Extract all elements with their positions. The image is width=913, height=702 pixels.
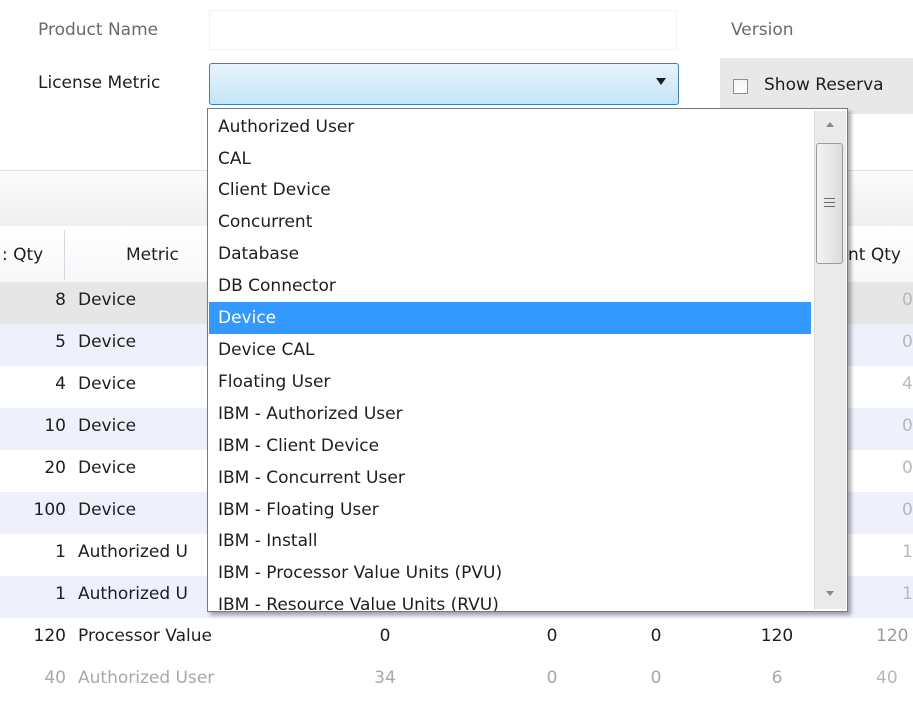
row-qty: 10 xyxy=(44,416,66,436)
row-right-qty: 0 xyxy=(902,332,913,352)
header-divider[interactable] xyxy=(64,230,65,280)
row-right-qty: 120 xyxy=(876,626,909,646)
dropdown-option[interactable]: Database xyxy=(209,238,811,270)
row-col3: 0 xyxy=(650,668,662,688)
dropdown-option[interactable]: Client Device xyxy=(209,174,811,206)
row-qty: 40 xyxy=(44,668,66,688)
row-metric: Authorized User xyxy=(78,668,215,688)
row-col1: 34 xyxy=(374,668,396,688)
dropdown-option[interactable]: IBM - Concurrent User xyxy=(209,462,811,494)
row-metric: Authorized U xyxy=(78,542,188,562)
row-right-qty: 4 xyxy=(902,374,913,394)
chevron-down-icon[interactable] xyxy=(656,78,666,85)
grip-line xyxy=(824,206,835,207)
row-metric: Device xyxy=(78,458,137,478)
row-col1: 0 xyxy=(379,626,391,646)
dropdown-option[interactable]: DB Connector xyxy=(209,270,811,302)
dropdown-option[interactable]: IBM - Processor Value Units (PVU) xyxy=(209,557,811,589)
product-name-input[interactable] xyxy=(209,10,677,50)
row-right-qty: 1 xyxy=(902,584,913,604)
row-right-qty: 40 xyxy=(876,668,898,688)
dropdown-option[interactable]: IBM - Floating User xyxy=(209,494,811,526)
row-metric: Authorized U xyxy=(78,584,188,604)
row-qty: 120 xyxy=(33,626,66,646)
row-metric: Device xyxy=(78,416,137,436)
row-col3: 0 xyxy=(650,626,662,646)
row-qty: 20 xyxy=(44,458,66,478)
dropdown-option[interactable]: Authorized User xyxy=(209,111,811,143)
row-right-qty: 0 xyxy=(902,416,913,436)
row-col2: 0 xyxy=(546,626,558,646)
header-qty[interactable]: : Qty xyxy=(2,245,43,265)
row-right-qty: 0 xyxy=(902,458,913,478)
row-qty: 1 xyxy=(55,542,66,562)
scrollbar-thumb[interactable] xyxy=(816,143,843,264)
row-col2: 0 xyxy=(546,668,558,688)
row-col4: 6 xyxy=(771,668,783,688)
row-right-qty: 0 xyxy=(902,290,913,310)
row-metric: Device xyxy=(78,374,137,394)
dropdown-option[interactable]: IBM - Client Device xyxy=(209,430,811,462)
row-qty: 100 xyxy=(33,500,66,520)
license-metric-combobox[interactable] xyxy=(209,63,679,105)
dropdown-option[interactable]: Floating User xyxy=(209,366,811,398)
row-qty: 1 xyxy=(55,584,66,604)
version-label: Version xyxy=(731,20,794,40)
dropdown-option[interactable]: CAL xyxy=(209,143,811,175)
row-metric: Device xyxy=(78,290,137,310)
license-metric-dropdown-list[interactable]: Authorized User CAL Client Device Concur… xyxy=(207,108,848,612)
scroll-down-arrow-icon[interactable] xyxy=(825,589,835,597)
dropdown-option[interactable]: IBM - Authorized User xyxy=(209,398,811,430)
table-row[interactable]: 120 Processor Value 0 0 0 120 120 xyxy=(0,618,913,660)
table-row[interactable]: 40 Authorized User 34 0 0 6 40 xyxy=(0,660,913,702)
show-reservations-checkbox[interactable] xyxy=(733,79,748,94)
header-right-qty[interactable]: nt Qty xyxy=(848,245,901,265)
row-metric: Processor Value xyxy=(78,626,212,646)
dropdown-option[interactable]: Device CAL xyxy=(209,334,811,366)
row-metric: Device xyxy=(78,500,137,520)
row-right-qty: 0 xyxy=(902,500,913,520)
show-reservations-label[interactable]: Show Reserva xyxy=(764,75,884,95)
dropdown-option[interactable]: IBM - Resource Value Units (RVU) xyxy=(209,589,811,611)
row-qty: 5 xyxy=(55,332,66,352)
dropdown-option[interactable]: Concurrent xyxy=(209,206,811,238)
dropdown-option-selected[interactable]: Device xyxy=(209,302,811,334)
row-right-qty: 1 xyxy=(902,542,913,562)
row-metric: Device xyxy=(78,332,137,352)
header-metric[interactable]: Metric xyxy=(126,245,179,265)
license-metric-label: License Metric xyxy=(38,73,161,93)
grip-line xyxy=(824,202,835,203)
row-col4: 120 xyxy=(760,626,794,646)
product-name-label: Product Name xyxy=(38,20,159,40)
dropdown-option[interactable]: IBM - Install xyxy=(209,525,811,557)
row-qty: 8 xyxy=(55,290,66,310)
grip-line xyxy=(824,198,835,199)
scroll-up-arrow-icon[interactable] xyxy=(825,121,835,129)
row-qty: 4 xyxy=(55,374,66,394)
